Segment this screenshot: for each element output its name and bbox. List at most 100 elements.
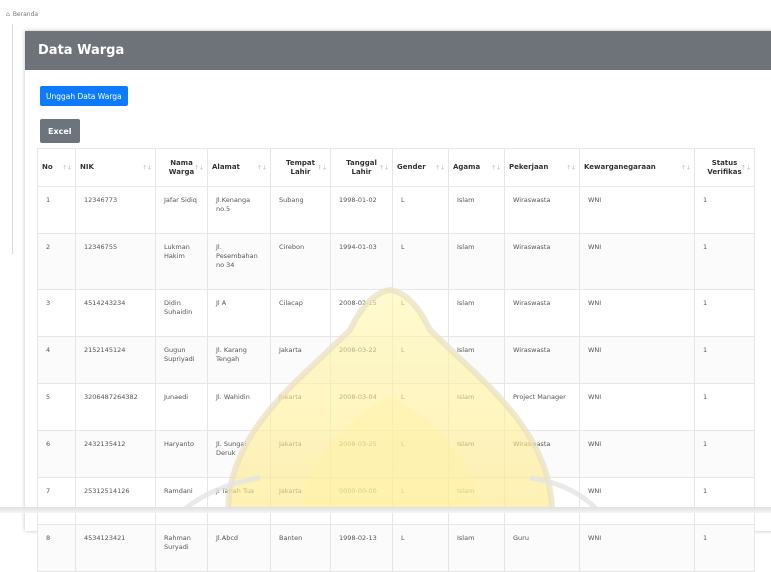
table-cell: 2008-03-22 bbox=[330, 336, 393, 384]
table-cell: 2432135412 bbox=[75, 430, 156, 478]
table-cell: L bbox=[392, 186, 449, 234]
column-header-2[interactable]: Nama Warga ↑↓ bbox=[155, 148, 208, 187]
table-cell: Wiraswasta bbox=[504, 233, 580, 290]
table-cell: L bbox=[392, 289, 449, 337]
table-cell: L bbox=[392, 383, 449, 431]
table-cell: 3206487264382 bbox=[75, 383, 156, 431]
left-divider bbox=[12, 24, 13, 254]
table-cell: 8 bbox=[37, 524, 76, 572]
table-cell: L bbox=[392, 477, 449, 525]
table-cell: Project Manager bbox=[504, 383, 580, 431]
table-cell: Islam bbox=[448, 289, 505, 337]
table-cell: WNI bbox=[579, 524, 695, 572]
sort-arrows-icon[interactable]: ↑↓ bbox=[491, 164, 501, 171]
table-cell: Islam bbox=[448, 186, 505, 234]
table-cell: Jl. Karang Tengah bbox=[207, 336, 271, 384]
table-cell: Subang bbox=[270, 186, 331, 234]
table-cell: 5 bbox=[37, 383, 76, 431]
table-cell: 25312514126 bbox=[75, 477, 156, 525]
table-cell: Islam bbox=[448, 430, 505, 478]
data-card: Data Warga Unggah Data Warga Excel No ↑↓ N… bbox=[25, 31, 771, 572]
table-cell: Haryanto bbox=[155, 430, 208, 478]
table-cell: 1 bbox=[37, 186, 76, 234]
table-cell: Guru bbox=[504, 524, 580, 572]
table-cell: 3 bbox=[37, 289, 76, 337]
column-header-0[interactable]: No ↑↓ bbox=[37, 148, 76, 187]
table-cell: Jl. Pesembahan no 34 bbox=[207, 233, 271, 290]
table-cell: 1 bbox=[694, 477, 755, 525]
sort-arrows-icon[interactable]: ↑↓ bbox=[317, 164, 327, 171]
table-cell: 4514243234 bbox=[75, 289, 156, 337]
sort-arrows-icon[interactable]: ↑↓ bbox=[741, 164, 751, 171]
table-cell: Jakarta bbox=[270, 383, 331, 431]
column-header-9[interactable]: Kewarganegaraan ↑↓ bbox=[579, 148, 695, 187]
table-cell: 1 bbox=[694, 336, 755, 384]
column-header-10[interactable]: Status Verifikas ↑↓ bbox=[694, 148, 755, 187]
sort-arrows-icon[interactable]: ↑↓ bbox=[435, 164, 445, 171]
table-row[interactable]: 6 2432135412 Haryanto Jl. Sungai Deruk Jakar… bbox=[37, 430, 755, 478]
sort-arrows-icon[interactable]: ↑↓ bbox=[566, 164, 576, 171]
bottom-scroll-shadow bbox=[0, 507, 771, 513]
table-cell: Jakarta bbox=[270, 336, 331, 384]
table-cell: WNI bbox=[579, 383, 695, 431]
table-cell: 2 bbox=[37, 233, 76, 290]
table-cell: Wiraswasta bbox=[504, 430, 580, 478]
excel-export-button[interactable]: Excel bbox=[40, 119, 80, 143]
card-header: Data Warga bbox=[25, 31, 771, 70]
table-cell: 1998-01-02 bbox=[330, 186, 393, 234]
table-cell: Jl A bbox=[207, 289, 271, 337]
table-cell: 1 bbox=[694, 524, 755, 572]
column-header-7[interactable]: Agama ↑↓ bbox=[448, 148, 505, 187]
table-cell: 0000-00-00 bbox=[330, 477, 393, 525]
table-row[interactable]: 4 2152145124 Gugun Supriyadi Jl. Karang Ten… bbox=[37, 336, 755, 384]
sort-arrows-icon[interactable]: ↑↓ bbox=[257, 164, 267, 171]
column-header-6[interactable]: Gender ↑↓ bbox=[392, 148, 449, 187]
column-header-1[interactable]: NIK ↑↓ bbox=[75, 148, 156, 187]
table-cell: Banten bbox=[270, 524, 331, 572]
table-cell: 1 bbox=[694, 430, 755, 478]
table-cell: L bbox=[392, 336, 449, 384]
sort-arrows-icon[interactable]: ↑↓ bbox=[142, 164, 152, 171]
table-cell: WNI bbox=[579, 336, 695, 384]
table-cell: Lukman Hakim bbox=[155, 233, 208, 290]
table-cell: Wiraswasta bbox=[504, 336, 580, 384]
upload-data-button[interactable]: Unggah Data Warga bbox=[40, 86, 128, 106]
table-row[interactable]: 7 25312514126 Ramdani Jl Tanah Tua Jakarta 00… bbox=[37, 477, 755, 525]
column-header-label: Agama bbox=[453, 163, 481, 171]
column-header-label: Alamat bbox=[212, 163, 240, 171]
table-cell: WNI bbox=[579, 477, 695, 525]
breadcrumb-label[interactable]: Beranda bbox=[13, 11, 38, 18]
table-cell: Rahman Suryadi bbox=[155, 524, 208, 572]
sort-arrows-icon[interactable]: ↑↓ bbox=[194, 164, 204, 171]
column-header-5[interactable]: Tanggal Lahir ↑↓ bbox=[330, 148, 393, 187]
table-row[interactable]: 5 3206487264382 Junaedi Jl. Wahidin Jakarta 2… bbox=[37, 383, 755, 431]
table-cell: Jl. Sungai Deruk bbox=[207, 430, 271, 478]
column-header-8[interactable]: Pekerjaan ↑↓ bbox=[504, 148, 580, 187]
column-header-4[interactable]: Tempat Lahir ↑↓ bbox=[270, 148, 331, 187]
home-icon: ⌂ bbox=[6, 11, 10, 18]
table-cell: 7 bbox=[37, 477, 76, 525]
table-cell: 12346773 bbox=[75, 186, 156, 234]
table-cell: 6 bbox=[37, 430, 76, 478]
table-row[interactable]: 8 4534123421 Rahman Suryadi Jl.Abcd Banten 19… bbox=[37, 524, 755, 572]
table-cell: Cilacap bbox=[270, 289, 331, 337]
table-cell bbox=[504, 477, 580, 525]
column-header-3[interactable]: Alamat ↑↓ bbox=[207, 148, 271, 187]
table-row[interactable]: 3 4514243234 Didin Suhaidin Jl A Cilacap 2008… bbox=[37, 289, 755, 337]
column-header-label: Pekerjaan bbox=[509, 163, 549, 171]
table-cell: Junaedi bbox=[155, 383, 208, 431]
table-cell: L bbox=[392, 233, 449, 290]
table-row[interactable]: 2 12346755 Lukman Hakim Jl. Pesembahan no 3… bbox=[37, 233, 755, 290]
table-cell: Islam bbox=[448, 233, 505, 290]
sort-arrows-icon[interactable]: ↑↓ bbox=[379, 164, 389, 171]
table-cell: Islam bbox=[448, 336, 505, 384]
breadcrumb[interactable]: ⌂ Beranda bbox=[6, 11, 38, 18]
table-cell: Islam bbox=[448, 477, 505, 525]
sort-arrows-icon[interactable]: ↑↓ bbox=[62, 164, 72, 171]
table-row[interactable]: 1 12346773 Jafar Sidiq Jl.Kenanga no.5 Suban… bbox=[37, 186, 755, 234]
table-cell: WNI bbox=[579, 289, 695, 337]
column-header-label: Kewarganegaraan bbox=[584, 163, 656, 171]
sort-arrows-icon[interactable]: ↑↓ bbox=[681, 164, 691, 171]
table-cell: L bbox=[392, 430, 449, 478]
table-cell: 1 bbox=[694, 289, 755, 337]
